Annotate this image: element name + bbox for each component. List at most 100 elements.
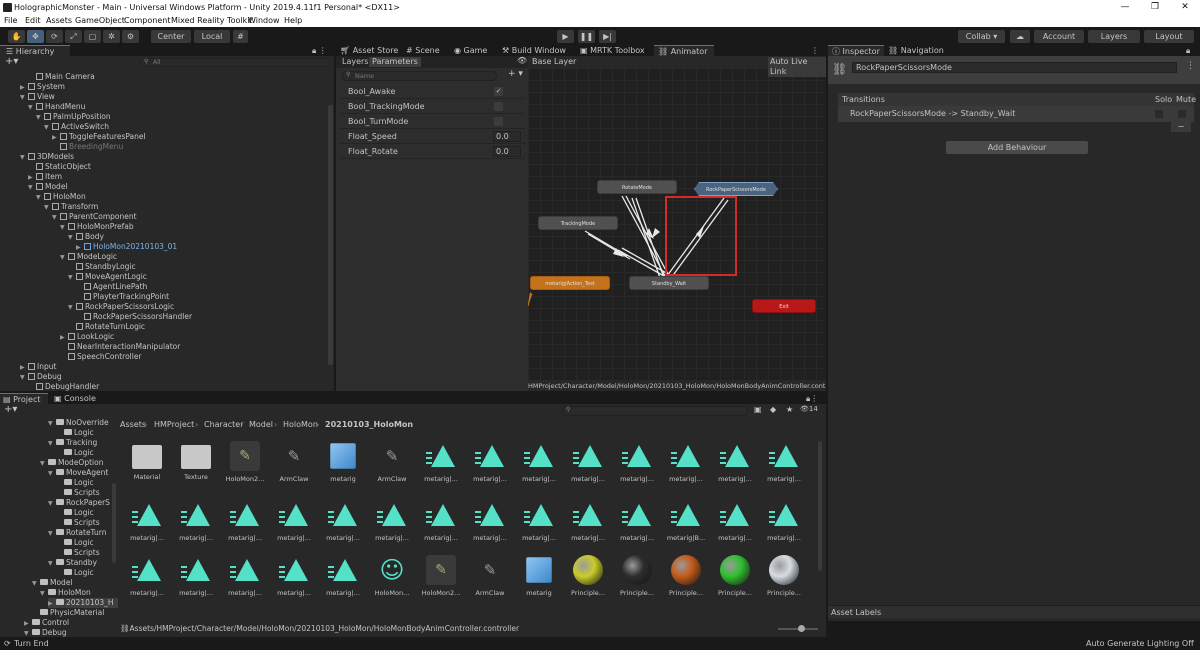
asset-item[interactable]: ✎ ArmClaw xyxy=(271,441,317,483)
hierarchy-item[interactable]: ▶ HoloMon20210103_01 xyxy=(76,242,177,252)
hierarchy-item[interactable]: ▼ Body xyxy=(68,232,104,242)
transform-tool-icon[interactable]: ✲ xyxy=(103,30,120,43)
project-folder-item[interactable]: Logic xyxy=(56,538,94,548)
expand-arrow-icon[interactable]: ▼ xyxy=(60,223,68,233)
breadcrumb-item[interactable]: HMProject xyxy=(154,418,194,431)
state-standby-wait[interactable]: Standby_Wait xyxy=(629,276,709,290)
hierarchy-item[interactable]: ▼ 3DModels xyxy=(20,152,74,162)
asset-item[interactable]: metarig|... xyxy=(565,500,611,542)
menu-edit[interactable]: Edit xyxy=(25,15,41,27)
animator-graph[interactable]: Base Layer Auto Live Link RotateMode Roc… xyxy=(528,56,826,391)
tab-animator[interactable]: ⛓ Animator xyxy=(654,45,714,56)
project-folder-item[interactable]: Logic xyxy=(56,568,94,578)
state-exit[interactable]: Exit xyxy=(752,299,816,313)
expand-arrow-icon[interactable]: ▼ xyxy=(48,529,56,539)
asset-item[interactable]: metarig|... xyxy=(761,500,807,542)
hierarchy-item[interactable]: ▶ Item xyxy=(28,172,62,182)
tab-build-window[interactable]: ⚒ Build Window xyxy=(502,45,566,56)
parameter-checkbox[interactable] xyxy=(494,117,503,126)
asset-item[interactable]: metarig|... xyxy=(614,500,660,542)
account-dropdown[interactable]: Account xyxy=(1034,30,1084,43)
expand-arrow-icon[interactable]: ▼ xyxy=(28,183,36,193)
state-rock-paper-scissors-mode[interactable]: RockPaperScissorsMode xyxy=(694,182,778,196)
hierarchy-item[interactable]: StaticObject xyxy=(28,162,91,172)
project-tree-scrollbar[interactable] xyxy=(112,483,116,563)
asset-item[interactable]: metarig|... xyxy=(467,441,513,483)
asset-item[interactable]: metarig|... xyxy=(516,500,562,542)
breadcrumb-item[interactable]: HoloMon xyxy=(283,418,318,431)
breadcrumb-item[interactable]: Model xyxy=(249,418,273,431)
state-action-test[interactable]: metarig|Action_Test xyxy=(530,276,610,290)
hierarchy-item[interactable]: ▼ ParentComponent xyxy=(52,212,137,222)
hierarchy-item[interactable]: PlayterTrackingPoint xyxy=(76,292,169,302)
tab-game[interactable]: ◉ Game xyxy=(454,45,487,56)
hierarchy-item[interactable]: ▶ System xyxy=(20,82,65,92)
parameters-tab[interactable]: Parameters xyxy=(369,57,421,67)
asset-item[interactable]: metarig|... xyxy=(467,500,513,542)
transition-item[interactable]: RockPaperScissorsMode -> Standby_Wait xyxy=(838,106,1194,122)
parameter-row[interactable]: Bool_Awake ✓ xyxy=(340,84,525,99)
hierarchy-item[interactable]: ▼ Debug xyxy=(20,372,62,382)
hierarchy-item[interactable]: ▼ PalmUpPosition xyxy=(36,112,111,122)
expand-arrow-icon[interactable]: ▼ xyxy=(68,273,76,283)
project-folder-item[interactable]: PhysicMaterial xyxy=(32,608,104,618)
project-create-plus-icon[interactable]: +▾ xyxy=(4,404,17,415)
expand-arrow-icon[interactable]: ▼ xyxy=(68,303,76,313)
menu-window[interactable]: Window xyxy=(248,15,280,27)
expand-arrow-icon[interactable]: ▼ xyxy=(20,153,28,163)
solo-checkbox[interactable] xyxy=(1155,110,1163,118)
menu-help[interactable]: Help xyxy=(284,15,302,27)
asset-item[interactable]: ✎ HoloMon2... xyxy=(418,555,464,597)
menu-assets[interactable]: Assets xyxy=(46,15,72,27)
asset-item[interactable]: Principle... xyxy=(614,555,660,597)
asset-item[interactable]: ☺ HoloMon... xyxy=(369,555,415,597)
pivot-center-button[interactable]: Center xyxy=(151,30,191,43)
lock-icon[interactable]: 🔒︎ ⋮ xyxy=(312,45,327,56)
expand-arrow-icon[interactable]: ▼ xyxy=(68,233,76,243)
breadcrumb-item[interactable]: 20210103_HoloMon xyxy=(325,418,413,431)
asset-item[interactable]: Principle... xyxy=(663,555,709,597)
grid-snap-icon[interactable]: # xyxy=(233,30,248,43)
eye-icon[interactable]: 👁︎ xyxy=(517,56,527,65)
create-plus-icon[interactable]: +▾ xyxy=(5,56,18,67)
asset-item[interactable]: metarig|... xyxy=(271,500,317,542)
hierarchy-item[interactable]: SpeechController xyxy=(60,352,142,362)
lighting-status[interactable]: Auto Generate Lighting Off xyxy=(1086,637,1194,650)
project-folder-item[interactable]: Scripts xyxy=(56,548,100,558)
asset-item[interactable]: metarig|... xyxy=(222,555,268,597)
add-parameter-button[interactable]: + ▾ xyxy=(508,69,523,79)
project-folder-item[interactable]: ▼ ModeOption xyxy=(40,458,103,468)
expand-arrow-icon[interactable]: ▼ xyxy=(32,579,40,589)
asset-item[interactable]: metarig|... xyxy=(369,500,415,542)
hierarchy-search-input[interactable]: ⚲ All xyxy=(140,58,330,67)
parameter-row[interactable]: Float_Speed 0.0 xyxy=(340,129,525,144)
asset-item[interactable]: metarig xyxy=(516,555,562,597)
pivot-local-button[interactable]: Local xyxy=(194,30,230,43)
expand-arrow-icon[interactable]: ▼ xyxy=(44,203,52,213)
favorite-icon[interactable]: ★ xyxy=(786,405,793,414)
maximize-icon[interactable]: ❐ xyxy=(1140,0,1170,15)
hierarchy-item[interactable]: ▼ RockPaperScissorsLogic xyxy=(68,302,174,312)
hierarchy-item[interactable]: BreedingMenu xyxy=(52,142,123,152)
project-tab[interactable]: ▤ Project xyxy=(0,393,48,404)
expand-arrow-icon[interactable]: ▼ xyxy=(36,193,44,203)
hierarchy-item[interactable]: ▼ MoveAgentLogic xyxy=(68,272,147,282)
asset-item[interactable]: metarig|... xyxy=(712,500,758,542)
scale-tool-icon[interactable]: ⤢ xyxy=(65,30,82,43)
hierarchy-item[interactable]: ▼ Model xyxy=(28,182,68,192)
asset-item[interactable]: metarig|... xyxy=(124,555,170,597)
asset-item[interactable]: metarig|... xyxy=(418,441,464,483)
hierarchy-item[interactable]: ▼ ModeLogic xyxy=(60,252,117,262)
asset-item[interactable]: metarig|... xyxy=(565,441,611,483)
project-folder-item[interactable]: ▼ NoOverride xyxy=(48,418,109,428)
rect-tool-icon[interactable]: ▢ xyxy=(84,30,101,43)
collab-button[interactable]: Collab ▾ xyxy=(958,30,1005,43)
project-folder-item[interactable]: Scripts xyxy=(56,518,100,528)
close-icon[interactable]: ✕ xyxy=(1170,0,1200,15)
project-folder-item[interactable]: Logic xyxy=(56,428,94,438)
project-folder-item[interactable]: Logic xyxy=(56,448,94,458)
hierarchy-item[interactable]: ▼ HoloMonPrefab xyxy=(60,222,134,232)
parameter-search-input[interactable]: ⚲ Name xyxy=(342,71,497,81)
asset-item[interactable]: metarig|... xyxy=(663,441,709,483)
project-folder-item[interactable]: ▼ Standby xyxy=(48,558,97,568)
